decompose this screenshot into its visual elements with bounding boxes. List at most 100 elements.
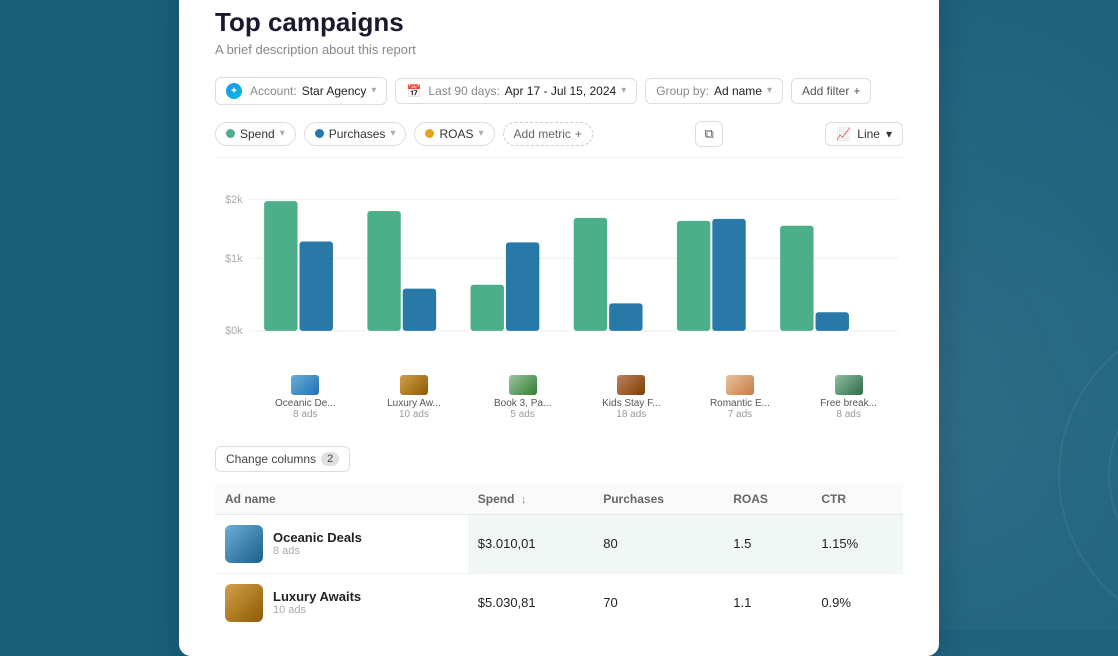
col-header-spend: Spend ↓ bbox=[468, 484, 593, 515]
chart-bar bbox=[574, 217, 607, 330]
purchases-label: Purchases bbox=[329, 127, 386, 141]
spend-cell-1: $5.030,81 bbox=[468, 573, 593, 632]
groupby-chevron-icon: ▾ bbox=[767, 85, 772, 96]
ad-name-cell-0: Oceanic Deals 8 ads bbox=[215, 514, 468, 573]
spend-metric-pill[interactable]: Spend ▾ bbox=[215, 122, 296, 146]
roas-cell-1: 1.1 bbox=[723, 573, 811, 632]
purchases-dot bbox=[315, 129, 324, 138]
chart-filter-icon-button[interactable]: ⧉ bbox=[695, 121, 722, 147]
ad-info-1: Luxury Awaits 10 ads bbox=[273, 589, 361, 616]
main-card: Top campaigns A brief description about … bbox=[179, 0, 939, 656]
table-row: Oceanic Deals 8 ads $3.010,01 80 1.5 1.1… bbox=[215, 514, 903, 573]
account-chevron-icon: ▾ bbox=[371, 85, 376, 96]
chart-x-labels: Oceanic De... 8 ads Luxury Aw... 10 ads … bbox=[215, 369, 903, 420]
chart-bar bbox=[403, 288, 436, 330]
purchases-chevron-icon: ▾ bbox=[390, 128, 395, 139]
chart-type-chevron-icon: ▾ bbox=[886, 127, 892, 141]
chart-label-3: Kids Stay F... 18 ads bbox=[591, 375, 671, 420]
chart-label-ads-2: 5 ads bbox=[510, 409, 534, 420]
purchases-cell-1: 70 bbox=[593, 573, 723, 632]
ad-info-0: Oceanic Deals 8 ads bbox=[273, 530, 362, 557]
spend-cell-0: $3.010,01 bbox=[468, 514, 593, 573]
spend-dot bbox=[226, 129, 235, 138]
change-columns-count: 2 bbox=[321, 452, 339, 466]
account-value: Star Agency bbox=[302, 84, 367, 98]
calendar-icon: 📅 bbox=[406, 84, 421, 98]
chart-label-name-0: Oceanic De... bbox=[275, 398, 336, 409]
spend-label: Spend bbox=[240, 127, 275, 141]
roas-metric-pill[interactable]: ROAS ▾ bbox=[414, 122, 494, 146]
add-metric-button[interactable]: Add metric + bbox=[503, 122, 593, 146]
chart-label-name-5: Free break... bbox=[820, 398, 877, 409]
date-label: Last 90 days: bbox=[428, 84, 499, 98]
chart-label-ads-1: 10 ads bbox=[399, 409, 429, 420]
account-icon: ✦ bbox=[226, 83, 242, 99]
table-section: Change columns 2 Ad name Spend ↓ Purchas… bbox=[215, 438, 903, 632]
svg-text:$1k: $1k bbox=[225, 253, 243, 265]
chart-label-ads-5: 8 ads bbox=[836, 409, 860, 420]
col-header-ctr: CTR bbox=[811, 484, 903, 515]
chart-bar bbox=[816, 312, 849, 331]
chart-label-ads-3: 18 ads bbox=[616, 409, 646, 420]
chart-label-ads-4: 7 ads bbox=[728, 409, 752, 420]
chart-label-1: Luxury Aw... 10 ads bbox=[374, 375, 454, 420]
chart-bar bbox=[300, 241, 333, 330]
add-filter-plus-icon: + bbox=[853, 84, 860, 98]
add-filter-button[interactable]: Add filter + bbox=[791, 78, 871, 104]
chart-bar bbox=[264, 201, 297, 331]
chart-bar bbox=[471, 284, 504, 330]
add-metric-plus-icon: + bbox=[575, 127, 582, 141]
col-header-adname: Ad name bbox=[215, 484, 468, 515]
sliders-icon: ⧉ bbox=[704, 126, 713, 141]
date-chevron-icon: ▾ bbox=[621, 85, 626, 96]
roas-label: ROAS bbox=[439, 127, 473, 141]
roas-chevron-icon: ▾ bbox=[478, 128, 483, 139]
roas-dot bbox=[425, 129, 434, 138]
chart-label-0: Oceanic De... 8 ads bbox=[265, 375, 345, 420]
chart-label-ads-0: 8 ads bbox=[293, 409, 317, 420]
table-row: Luxury Awaits 10 ads $5.030,81 70 1.1 0.… bbox=[215, 573, 903, 632]
ad-name-0: Oceanic Deals bbox=[273, 530, 362, 545]
svg-text:$2k: $2k bbox=[225, 194, 243, 206]
roas-cell-0: 1.5 bbox=[723, 514, 811, 573]
chart-bar bbox=[780, 225, 813, 330]
ad-ads-1: 10 ads bbox=[273, 604, 361, 616]
chart-label-name-1: Luxury Aw... bbox=[387, 398, 441, 409]
groupby-filter[interactable]: Group by: Ad name ▾ bbox=[645, 78, 783, 104]
change-columns-label: Change columns bbox=[226, 452, 316, 466]
chart-type-label: Line bbox=[857, 127, 880, 141]
chart-svg: $2k $1k $0k bbox=[215, 170, 903, 365]
col-header-roas: ROAS bbox=[723, 484, 811, 515]
ad-thumbnail-0 bbox=[225, 525, 263, 563]
table-header-row: Ad name Spend ↓ Purchases ROAS CTR bbox=[215, 484, 903, 515]
chart-bar bbox=[367, 210, 400, 330]
purchases-metric-pill[interactable]: Purchases ▾ bbox=[304, 122, 407, 146]
chart-label-name-2: Book 3, Pa... bbox=[494, 398, 551, 409]
chart-label-name-3: Kids Stay F... bbox=[602, 398, 660, 409]
add-filter-label: Add filter bbox=[802, 84, 849, 98]
date-filter[interactable]: 📅 Last 90 days: Apr 17 - Jul 15, 2024 ▾ bbox=[395, 78, 637, 104]
ctr-cell-0: 1.15% bbox=[811, 514, 903, 573]
table-toolbar: Change columns 2 bbox=[215, 438, 903, 480]
chart-bar bbox=[677, 220, 710, 330]
purchases-cell-0: 80 bbox=[593, 514, 723, 573]
spend-sort-icon: ↓ bbox=[521, 494, 527, 506]
add-metric-label: Add metric bbox=[514, 127, 571, 141]
ad-name-cell-1: Luxury Awaits 10 ads bbox=[215, 573, 468, 632]
chart-label-5: Free break... 8 ads bbox=[809, 375, 889, 420]
chart-bar bbox=[609, 303, 642, 331]
ad-name-1: Luxury Awaits bbox=[273, 589, 361, 604]
ad-thumbnail-1 bbox=[225, 584, 263, 622]
spend-chevron-icon: ▾ bbox=[280, 128, 285, 139]
filters-bar: ✦ Account: Star Agency ▾ 📅 Last 90 days:… bbox=[215, 77, 903, 105]
change-columns-button[interactable]: Change columns 2 bbox=[215, 446, 350, 472]
campaigns-table: Ad name Spend ↓ Purchases ROAS CTR bbox=[215, 484, 903, 632]
chart-type-button[interactable]: 📈 Line ▾ bbox=[825, 122, 903, 146]
ad-ads-0: 8 ads bbox=[273, 545, 362, 557]
chart-bar bbox=[506, 242, 539, 330]
chart-label-name-4: Romantic E... bbox=[710, 398, 770, 409]
ctr-cell-1: 0.9% bbox=[811, 573, 903, 632]
account-filter[interactable]: ✦ Account: Star Agency ▾ bbox=[215, 77, 387, 105]
metrics-bar: Spend ▾ Purchases ▾ ROAS ▾ Add metric + … bbox=[215, 121, 903, 158]
page-description: A brief description about this report bbox=[215, 42, 903, 57]
